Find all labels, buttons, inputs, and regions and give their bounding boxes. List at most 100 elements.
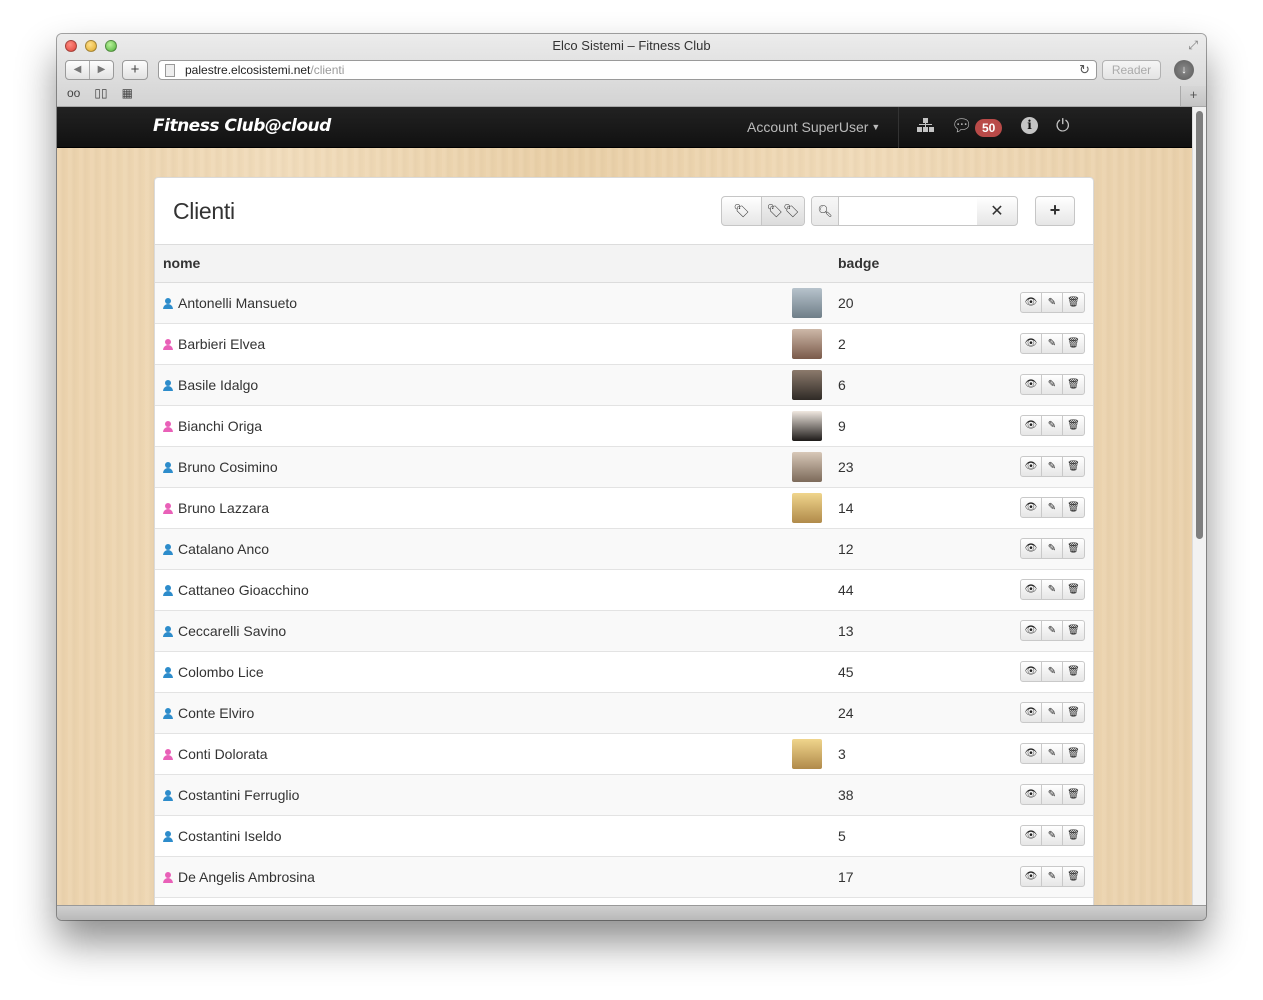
client-name[interactable]: De Angelis Ambrosina xyxy=(178,869,315,885)
view-button[interactable]: 👁︎ xyxy=(1021,744,1042,763)
vertical-scrollbar[interactable] xyxy=(1192,107,1206,905)
client-name[interactable]: Bianchi Origa xyxy=(178,418,262,434)
delete-button[interactable]: 🗑︎ xyxy=(1063,457,1084,476)
brand-logo[interactable]: Fitness Club@cloud xyxy=(153,116,331,136)
delete-button[interactable]: 🗑︎ xyxy=(1063,703,1084,722)
edit-button[interactable]: ✎ xyxy=(1042,744,1063,763)
view-button[interactable]: 👁︎ xyxy=(1021,539,1042,558)
view-button[interactable]: 👁︎ xyxy=(1021,580,1042,599)
scrollbar-thumb[interactable] xyxy=(1196,111,1203,539)
client-name[interactable]: Ceccarelli Savino xyxy=(178,623,286,639)
edit-button[interactable]: ✎ xyxy=(1042,703,1063,722)
table-row[interactable]: Bruno Cosimino 23 👁︎ ✎ 🗑︎ xyxy=(155,446,1093,487)
client-name[interactable]: Barbieri Elvea xyxy=(178,336,265,352)
client-name[interactable]: Costantini Ferruglio xyxy=(178,787,299,803)
edit-button[interactable]: ✎ xyxy=(1042,416,1063,435)
table-row[interactable]: Cattaneo Gioacchino 44 👁︎ ✎ 🗑︎ xyxy=(155,569,1093,610)
client-name[interactable]: Catalano Anco xyxy=(178,541,269,557)
view-button[interactable]: 👁︎ xyxy=(1021,621,1042,640)
table-row[interactable]: Antonelli Mansueto 20 👁︎ ✎ 🗑︎ xyxy=(155,282,1093,323)
delete-button[interactable]: 🗑︎ xyxy=(1063,621,1084,640)
sitemap-icon[interactable] xyxy=(917,117,935,135)
table-row[interactable]: De Angelis Ambrosina 17 👁︎ ✎ 🗑︎ xyxy=(155,856,1093,897)
delete-button[interactable]: 🗑︎ xyxy=(1063,498,1084,517)
client-name[interactable]: Cattaneo Gioacchino xyxy=(178,582,309,598)
delete-button[interactable]: 🗑︎ xyxy=(1063,785,1084,804)
view-button[interactable]: 👁︎ xyxy=(1021,334,1042,353)
delete-button[interactable]: 🗑︎ xyxy=(1063,375,1084,394)
tag-button[interactable]: 🏷︎ xyxy=(722,197,762,225)
client-name[interactable]: Conte Elviro xyxy=(178,705,254,721)
edit-button[interactable]: ✎ xyxy=(1042,826,1063,845)
delete-button[interactable]: 🗑︎ xyxy=(1063,867,1084,886)
edit-button[interactable]: ✎ xyxy=(1042,334,1063,353)
table-row[interactable]: Barbieri Elvea 2 👁︎ ✎ 🗑︎ xyxy=(155,323,1093,364)
table-row[interactable]: Colombo Lice 45 👁︎ ✎ 🗑︎ xyxy=(155,651,1093,692)
reload-icon[interactable]: ↻ xyxy=(1079,62,1090,78)
client-name[interactable]: Costantini Iseldo xyxy=(178,828,282,844)
chat-icon[interactable]: 💬︎ xyxy=(951,116,973,136)
delete-button[interactable]: 🗑︎ xyxy=(1063,662,1084,681)
tags-button[interactable]: 🏷︎🏷︎ xyxy=(762,197,804,225)
view-button[interactable]: 👁︎ xyxy=(1021,785,1042,804)
delete-button[interactable]: 🗑︎ xyxy=(1063,416,1084,435)
add-client-button[interactable]: + xyxy=(1035,196,1075,226)
edit-button[interactable]: ✎ xyxy=(1042,867,1063,886)
delete-button[interactable]: 🗑︎ xyxy=(1063,580,1084,599)
edit-button[interactable]: ✎ xyxy=(1042,539,1063,558)
new-tab-button[interactable]: + xyxy=(1180,86,1206,106)
add-bookmark-button[interactable]: + xyxy=(122,60,148,80)
back-button[interactable]: ◀ xyxy=(66,61,90,79)
table-row[interactable]: Basile Idalgo 6 👁︎ ✎ 🗑︎ xyxy=(155,364,1093,405)
top-sites-icon[interactable]: ▦ xyxy=(122,86,133,100)
clear-search-button[interactable]: ✕ xyxy=(977,197,1017,225)
edit-button[interactable]: ✎ xyxy=(1042,662,1063,681)
view-button[interactable]: 👁︎ xyxy=(1021,703,1042,722)
edit-button[interactable]: ✎ xyxy=(1042,498,1063,517)
view-button[interactable]: 👁︎ xyxy=(1021,662,1042,681)
bookmarks-icon[interactable]: ▯▯ xyxy=(94,86,107,100)
edit-button[interactable]: ✎ xyxy=(1042,621,1063,640)
delete-button[interactable]: 🗑︎ xyxy=(1063,539,1084,558)
address-bar[interactable]: palestre.elcosistemi.net/clienti ↻ xyxy=(158,60,1097,80)
view-button[interactable]: 👁︎ xyxy=(1021,498,1042,517)
fullscreen-icon[interactable]: ⤢ xyxy=(1188,38,1198,53)
column-header-nome[interactable]: nome xyxy=(155,245,830,282)
delete-button[interactable]: 🗑︎ xyxy=(1063,293,1084,312)
reading-list-icon[interactable]: oo xyxy=(67,86,80,100)
edit-button[interactable]: ✎ xyxy=(1042,375,1063,394)
view-button[interactable]: 👁︎ xyxy=(1021,867,1042,886)
client-name[interactable]: Colombo Lice xyxy=(178,664,264,680)
edit-button[interactable]: ✎ xyxy=(1042,293,1063,312)
table-row[interactable]: Bruno Lazzara 14 👁︎ ✎ 🗑︎ xyxy=(155,487,1093,528)
view-button[interactable]: 👁︎ xyxy=(1021,416,1042,435)
client-name[interactable]: Basile Idalgo xyxy=(178,377,258,393)
table-row[interactable]: Catalano Anco 12 👁︎ ✎ 🗑︎ xyxy=(155,528,1093,569)
delete-button[interactable]: 🗑︎ xyxy=(1063,826,1084,845)
edit-button[interactable]: ✎ xyxy=(1042,457,1063,476)
edit-button[interactable]: ✎ xyxy=(1042,785,1063,804)
table-row[interactable]: Bianchi Origa 9 👁︎ ✎ 🗑︎ xyxy=(155,405,1093,446)
delete-button[interactable]: 🗑︎ xyxy=(1063,334,1084,353)
view-button[interactable]: 👁︎ xyxy=(1021,293,1042,312)
view-button[interactable]: 👁︎ xyxy=(1021,457,1042,476)
client-name[interactable]: Conti Dolorata xyxy=(178,746,268,762)
forward-button[interactable]: ▶ xyxy=(90,61,113,79)
search-input[interactable] xyxy=(839,197,977,225)
table-row[interactable]: Costantini Iseldo 5 👁︎ ✎ 🗑︎ xyxy=(155,815,1093,856)
view-button[interactable]: 👁︎ xyxy=(1021,375,1042,394)
table-row[interactable]: Conti Dolorata 3 👁︎ ✎ 🗑︎ xyxy=(155,733,1093,774)
table-row[interactable]: Ceccarelli Savino 13 👁︎ ✎ 🗑︎ xyxy=(155,610,1093,651)
power-icon[interactable]: ⏻ xyxy=(1056,116,1069,136)
info-icon[interactable]: i xyxy=(1021,117,1038,134)
downloads-icon[interactable]: ↓ xyxy=(1174,60,1194,80)
notifications-badge[interactable]: 50 xyxy=(975,119,1003,137)
view-button[interactable]: 👁︎ xyxy=(1021,826,1042,845)
reader-button[interactable]: Reader xyxy=(1102,60,1161,80)
client-name[interactable]: Antonelli Mansueto xyxy=(178,295,297,311)
table-row[interactable] xyxy=(155,897,1093,905)
edit-button[interactable]: ✎ xyxy=(1042,580,1063,599)
delete-button[interactable]: 🗑︎ xyxy=(1063,744,1084,763)
table-row[interactable]: Costantini Ferruglio 38 👁︎ ✎ 🗑︎ xyxy=(155,774,1093,815)
client-name[interactable]: Bruno Cosimino xyxy=(178,459,278,475)
